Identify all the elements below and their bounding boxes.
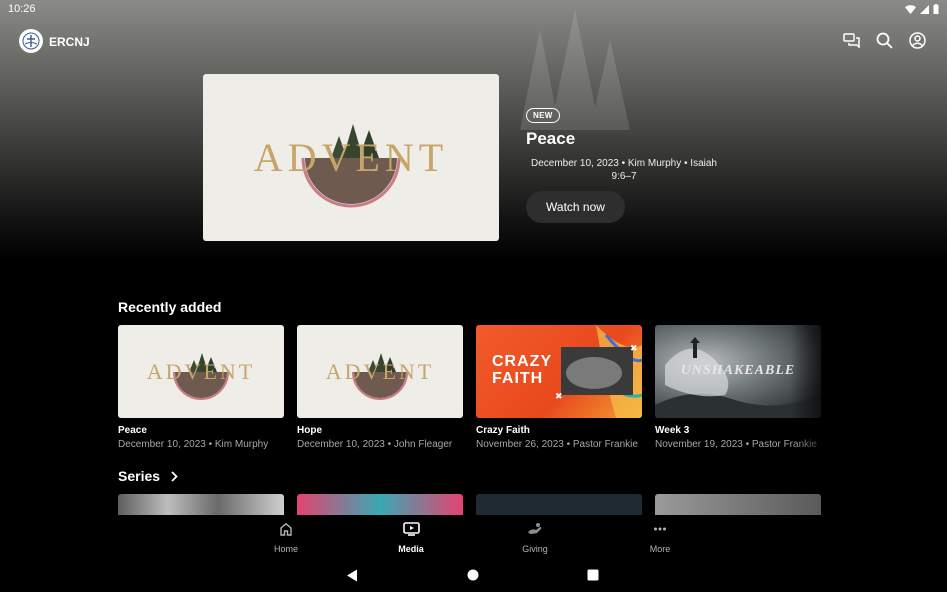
battery-icon xyxy=(933,4,939,14)
crazy-faith-artwork: ✖ ✖ CRAZY FAITH xyxy=(476,325,642,418)
account-icon[interactable] xyxy=(908,31,927,50)
card-meta: December 10, 2023 • Kim Murphy xyxy=(118,439,269,450)
card-thumbnail: ADVENT xyxy=(297,325,463,418)
recently-added-row: ADVENT Peace December 10, 2023 • Kim Mur… xyxy=(118,325,821,450)
bottom-navigation: Home Media Giving More xyxy=(0,515,947,560)
card-title: Peace xyxy=(118,425,147,436)
more-dots-icon xyxy=(654,527,666,531)
nav-more[interactable]: More xyxy=(630,522,690,554)
back-icon[interactable] xyxy=(345,568,359,582)
series-heading: Series xyxy=(118,468,161,484)
card-meta: November 26, 2023 • Pastor Frankie xyxy=(476,439,638,450)
nav-home-label: Home xyxy=(273,544,298,554)
series-card[interactable] xyxy=(476,494,642,516)
recents-icon[interactable] xyxy=(586,568,600,582)
app-bar: ERCNJ xyxy=(0,28,947,56)
cell-signal-icon xyxy=(920,4,929,14)
card-art-title: ADVENT xyxy=(325,359,435,384)
wifi-icon xyxy=(905,4,916,14)
media-card[interactable]: ADVENT Hope December 10, 2023 • John Fle… xyxy=(297,325,463,450)
card-title: Hope xyxy=(297,425,322,436)
series-row xyxy=(118,494,821,516)
series-card[interactable] xyxy=(118,494,284,516)
status-time: 10:26 xyxy=(8,3,36,15)
status-bar: 10:26 xyxy=(0,0,947,20)
giving-hand-icon xyxy=(528,523,542,534)
church-logo[interactable] xyxy=(19,29,43,53)
nav-media-label: Media xyxy=(398,544,424,554)
search-icon[interactable] xyxy=(875,31,894,50)
series-card[interactable] xyxy=(655,494,821,516)
card-art-title-line1: CRAZY xyxy=(492,353,553,370)
nav-media[interactable]: Media xyxy=(381,522,441,554)
nav-home[interactable]: Home xyxy=(256,522,316,554)
series-card[interactable] xyxy=(297,494,463,516)
new-badge: NEW xyxy=(526,108,560,123)
tv-play-icon xyxy=(402,522,420,536)
nav-more-label: More xyxy=(649,544,671,554)
chevron-right-icon xyxy=(171,470,178,482)
watch-now-button[interactable]: Watch now xyxy=(526,191,625,223)
home-circle-icon[interactable] xyxy=(466,568,480,582)
recently-added-heading: Recently added xyxy=(118,299,222,315)
hero-info: NEW Peace December 10, 2023 • Kim Murphy… xyxy=(526,105,726,183)
hero-thumbnail[interactable]: ADVENT xyxy=(203,74,499,241)
media-card[interactable]: ADVENT Peace December 10, 2023 • Kim Mur… xyxy=(118,325,284,450)
home-icon xyxy=(280,522,292,536)
hero-title: Peace xyxy=(526,129,576,148)
hero-meta: December 10, 2023 • Kim Murphy • Isaiah … xyxy=(531,158,717,182)
card-art-title-line2: FAITH xyxy=(492,370,544,387)
brand-name: ERCNJ xyxy=(49,35,90,49)
svg-text:✖: ✖ xyxy=(630,343,638,353)
card-meta: December 10, 2023 • John Fleager xyxy=(297,439,453,450)
card-art-title: ADVENT xyxy=(146,359,256,384)
chat-icon[interactable] xyxy=(842,31,861,50)
system-navigation-bar xyxy=(0,560,947,592)
app-bar-actions xyxy=(842,31,927,50)
hero-art-title: ADVENT xyxy=(253,135,449,180)
card-thumbnail: ADVENT xyxy=(118,325,284,418)
advent-artwork: ADVENT xyxy=(203,74,499,241)
logo-icon xyxy=(22,32,40,50)
nav-giving-label: Giving xyxy=(522,544,548,554)
media-card[interactable]: ✖ ✖ CRAZY FAITH Crazy Faith November 26,… xyxy=(476,325,642,450)
status-icons xyxy=(905,4,939,14)
svg-text:✖: ✖ xyxy=(555,391,563,401)
row-fade-overlay xyxy=(790,320,830,520)
card-title: Crazy Faith xyxy=(476,425,530,436)
series-header[interactable]: Series xyxy=(118,468,178,484)
nav-giving[interactable]: Giving xyxy=(505,522,565,554)
card-thumbnail: ✖ ✖ CRAZY FAITH xyxy=(476,325,642,418)
